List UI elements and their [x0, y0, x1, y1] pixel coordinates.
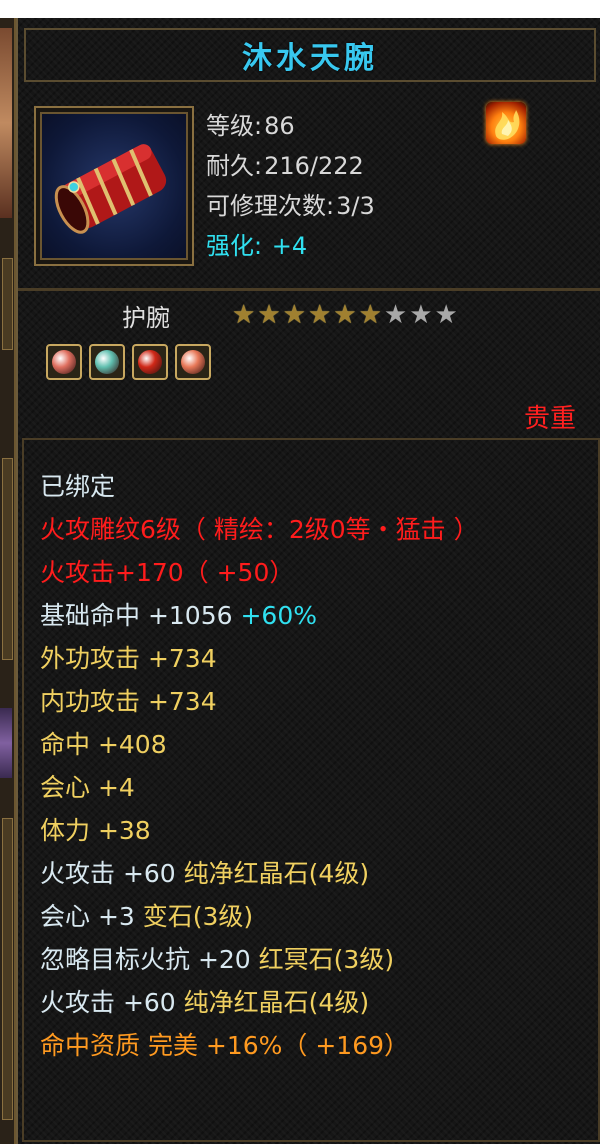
gem-stat-value: 火攻击 +60 [40, 859, 184, 888]
star-icon: ★ [333, 300, 357, 330]
star-icon: ★ [383, 300, 408, 330]
enhance-value: +4 [271, 232, 308, 260]
gem-slot[interactable] [132, 344, 168, 380]
bound-status: 已绑定 [40, 472, 116, 501]
star-icon: ★ [409, 300, 433, 330]
base-hit-percent: +60% [240, 601, 317, 630]
item-icon-frame [34, 106, 194, 266]
gem-slot[interactable] [89, 344, 125, 380]
item-name: 沐水天腕 [242, 41, 378, 76]
star-icon: ★ [307, 300, 332, 330]
quality-line: 命中资质 完美 +16%（ +169） [40, 1031, 410, 1060]
level-label: 等级: [206, 112, 263, 140]
stamina-line: 体力 +38 [40, 816, 151, 845]
background-frame-segment [2, 818, 13, 1120]
background-frame-segment [2, 258, 13, 350]
repair-label: 可修理次数: [206, 192, 335, 220]
gem-icon [52, 350, 76, 374]
star-icon: ★ [232, 300, 256, 330]
background-frame-segment [2, 458, 13, 660]
gem-slot[interactable] [175, 344, 211, 380]
base-hit-label: 基础命中 [40, 601, 148, 630]
gem-icon [95, 350, 119, 374]
level-value: 86 [264, 112, 295, 140]
star-icon: ★ [358, 300, 382, 330]
gem-icon [138, 350, 162, 374]
gem-stat-line: 会心 +3 变石(3级) [40, 902, 253, 932]
repair-line: 可修理次数:3/3 [206, 186, 375, 221]
durability-value: 216/222 [264, 152, 364, 180]
base-hit-line: 基础命中 +1056 +60% [40, 601, 317, 631]
level-line: 等级:86 [206, 106, 295, 141]
durability-line: 耐久:216/222 [206, 146, 364, 181]
item-type: 护腕 [122, 304, 170, 332]
gem-stat-line: 火攻击 +60 纯净红晶石(4级) [40, 988, 369, 1018]
enhance-line: 强化: +4 [206, 226, 307, 261]
gem-name: 纯净红晶石(4级) [183, 988, 370, 1017]
fire-element-icon [486, 102, 526, 144]
background-portrait [0, 28, 12, 218]
base-hit-value: +1056 [147, 601, 241, 630]
divider [18, 288, 600, 291]
gem-stat-value: 会心 +3 [40, 902, 143, 931]
gem-stat-value: 火攻击 +60 [40, 988, 184, 1017]
item-tooltip: 沐水天腕 等级:86 耐久:216/222 可修理次数:3/3 强化: +4 护… [16, 18, 600, 1144]
engrave-line: 火攻雕纹6级（ 精绘：2级0等・猛击 ） [40, 515, 479, 544]
durability-label: 耐久: [206, 152, 263, 180]
gem-stat-line: 忽略目标火抗 +20 红冥石(3级) [40, 945, 394, 975]
gem-name: 红冥石(3级) [258, 945, 395, 974]
bracer-icon [40, 112, 188, 260]
fire-attack-line: 火攻击+170（ +50） [40, 558, 295, 587]
enhance-label: 强化: [206, 232, 263, 260]
gem-stat-line: 火攻击 +60 纯净红晶石(4级) [40, 859, 369, 889]
gem-name: 纯净红晶石(4级) [183, 859, 370, 888]
internal-attack-line: 内功攻击 +734 [40, 687, 217, 716]
background-image-fragment [0, 708, 12, 778]
gem-name: 变石(3级) [142, 902, 254, 931]
gem-slots [46, 344, 211, 380]
crit-line: 会心 +4 [40, 773, 135, 802]
title-bar: 沐水天腕 [24, 28, 596, 82]
gem-icon [181, 350, 205, 374]
hit-line: 命中 +408 [40, 730, 167, 759]
background-window-strip [0, 18, 16, 1144]
star-rating: ★ ★ ★ ★ ★ ★ ★ ★ ★ [232, 302, 458, 328]
repair-value: 3/3 [336, 192, 375, 220]
star-icon: ★ [257, 300, 281, 330]
star-icon: ★ [434, 300, 458, 330]
gem-slot[interactable] [46, 344, 82, 380]
rarity-label: 贵重 [523, 404, 576, 434]
external-attack-line: 外功攻击 +734 [40, 644, 217, 673]
star-icon: ★ [282, 300, 306, 330]
attribute-list: 已绑定 火攻雕纹6级（ 精绘：2级0等・猛击 ） 火攻击+170（ +50） 基… [22, 438, 600, 1142]
gem-stat-value: 忽略目标火抗 +20 [40, 945, 259, 974]
